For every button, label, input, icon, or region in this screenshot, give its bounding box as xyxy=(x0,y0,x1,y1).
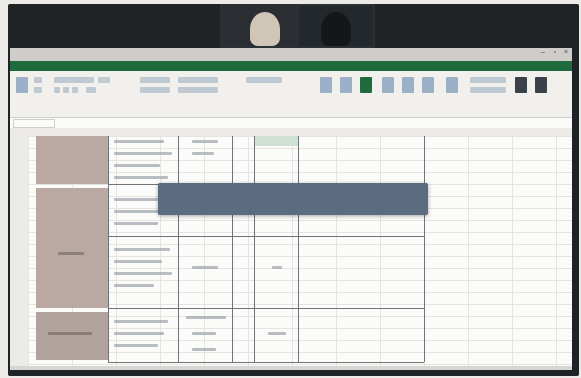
participant-avatar xyxy=(321,12,351,46)
cell-styles-icon[interactable] xyxy=(360,77,372,93)
cell-area[interactable] xyxy=(28,136,572,370)
cell-text xyxy=(192,266,218,269)
merge-center-button[interactable] xyxy=(178,87,218,93)
cell-text xyxy=(192,332,216,335)
cell-text xyxy=(114,332,164,335)
cell-text xyxy=(186,316,226,319)
cell-text xyxy=(192,152,214,155)
format-as-table-icon[interactable] xyxy=(340,77,352,93)
cell-text xyxy=(114,140,164,143)
conditional-formatting-icon[interactable] xyxy=(320,77,332,93)
align-top-icon[interactable] xyxy=(140,77,170,83)
cell-text xyxy=(192,348,216,351)
copy-icon[interactable] xyxy=(34,87,42,93)
font-size-select[interactable] xyxy=(98,77,110,83)
cell-text xyxy=(114,272,172,275)
cell-text xyxy=(114,344,158,347)
table-border xyxy=(108,136,109,362)
merged-cell[interactable] xyxy=(36,136,108,184)
insert-cells-icon[interactable] xyxy=(382,77,394,93)
selected-cell[interactable] xyxy=(254,136,298,146)
find-select-icon[interactable] xyxy=(535,77,547,93)
video-call-strip xyxy=(220,4,375,48)
minimize-icon[interactable]: – xyxy=(538,49,548,58)
paste-icon[interactable] xyxy=(16,77,28,93)
table-border xyxy=(298,136,299,362)
cell-text xyxy=(272,266,282,269)
notification-toast[interactable] xyxy=(158,183,428,215)
table-border xyxy=(424,136,425,362)
table-border xyxy=(232,136,233,362)
format-cells-icon[interactable] xyxy=(422,77,434,93)
participant-tile[interactable] xyxy=(299,6,373,46)
cell-text xyxy=(114,164,160,167)
cell-text xyxy=(48,332,92,335)
cell-text xyxy=(114,222,158,225)
cell-text xyxy=(58,252,84,255)
cell-text xyxy=(114,248,170,251)
title-bar: – ▫ × xyxy=(10,48,572,61)
table-border xyxy=(108,236,424,237)
close-icon[interactable]: × xyxy=(561,49,571,58)
cell-text xyxy=(114,284,154,287)
delete-cells-icon[interactable] xyxy=(402,77,414,93)
worksheet-grid xyxy=(10,128,572,370)
participant-tile[interactable] xyxy=(222,6,296,46)
clear-button[interactable] xyxy=(470,87,506,93)
sort-filter-icon[interactable] xyxy=(515,77,527,93)
cell-text xyxy=(114,176,168,179)
fill-color-icon[interactable] xyxy=(86,87,96,93)
table-border xyxy=(108,362,424,363)
table-border xyxy=(108,308,424,309)
align-left-icon[interactable] xyxy=(140,87,170,93)
table-border xyxy=(178,136,179,362)
cut-icon[interactable] xyxy=(34,77,42,83)
wrap-text-button[interactable] xyxy=(178,77,218,83)
autosum-icon[interactable] xyxy=(446,77,458,93)
fill-button[interactable] xyxy=(470,77,506,83)
number-format-select[interactable] xyxy=(246,77,282,83)
italic-icon[interactable] xyxy=(63,87,69,93)
maximize-icon[interactable]: ▫ xyxy=(550,49,560,58)
participant-avatar xyxy=(250,12,280,46)
name-box[interactable] xyxy=(13,119,55,128)
cell-text xyxy=(192,140,218,143)
underline-icon[interactable] xyxy=(72,87,78,93)
bold-icon[interactable] xyxy=(54,87,60,93)
ribbon-toolbar xyxy=(10,71,572,118)
status-bar xyxy=(10,366,572,370)
cell-text xyxy=(268,332,286,335)
cell-text xyxy=(114,152,172,155)
row-headers xyxy=(10,136,29,370)
ribbon-tabs xyxy=(10,61,572,71)
font-select[interactable] xyxy=(54,77,94,83)
cell-text xyxy=(114,320,168,323)
merged-cell[interactable] xyxy=(36,188,108,308)
merged-cell[interactable] xyxy=(36,312,108,360)
cell-text xyxy=(114,260,162,263)
table-border xyxy=(254,136,255,362)
